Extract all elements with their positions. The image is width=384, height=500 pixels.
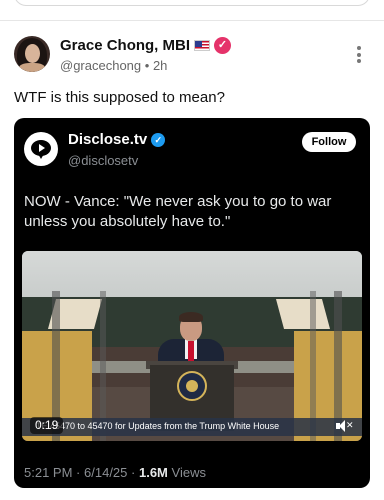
embed-author-name[interactable]: Disclose.tv	[68, 131, 147, 148]
follow-button[interactable]: Follow	[302, 132, 356, 152]
avatar[interactable]	[14, 36, 50, 72]
post-divider	[0, 20, 384, 21]
author-handle-line: @gracechong • 2h	[60, 58, 231, 73]
post-text: WTF is this supposed to mean?	[14, 89, 225, 106]
presidential-seal-icon	[177, 371, 207, 401]
previous-post-edge	[0, 0, 384, 10]
embed-text: NOW - Vance: "We never ask you to go to …	[24, 193, 332, 230]
separator-dot: •	[144, 58, 150, 73]
author-handle[interactable]: @gracechong	[60, 58, 141, 73]
us-flag-icon	[194, 40, 211, 52]
video-player[interactable]: TE 45470 to 45470 for Updates from the T…	[22, 251, 362, 441]
post-header: Grace Chong, MBI ✓ @gracechong • 2h	[14, 36, 370, 76]
more-options-icon[interactable]	[354, 46, 364, 66]
embed-time[interactable]: 5:21 PM	[24, 465, 72, 480]
disclose-tv-logo-icon[interactable]	[24, 132, 58, 166]
verified-badge-icon: ✓	[214, 37, 232, 55]
embed-date[interactable]: 6/14/25	[84, 465, 127, 480]
news-ticker-text: TE 45470 to 45470 for Updates from the T…	[36, 421, 280, 431]
previous-card-bottom	[14, 0, 370, 6]
embed-author-handle[interactable]: @disclosetv	[68, 153, 165, 168]
verified-check-icon: ✓	[151, 132, 166, 147]
post-time[interactable]: 2h	[153, 58, 167, 73]
embed-meta: 5:21 PM · 6/14/25 · 1.6M Views	[24, 465, 206, 480]
author-name[interactable]: Grace Chong, MBI	[60, 37, 190, 54]
author-info: Grace Chong, MBI ✓ @gracechong • 2h	[60, 37, 232, 73]
views-label: Views	[171, 465, 206, 480]
embed-author-info: Disclose.tv ✓ @disclosetv	[68, 131, 166, 168]
video-timestamp: 0:19	[30, 417, 64, 434]
mute-icon[interactable]: ✕	[336, 419, 354, 433]
views-count: 1.6M	[138, 465, 168, 480]
embedded-post[interactable]: Disclose.tv ✓ @disclosetv Follow NOW - Va…	[14, 118, 370, 488]
